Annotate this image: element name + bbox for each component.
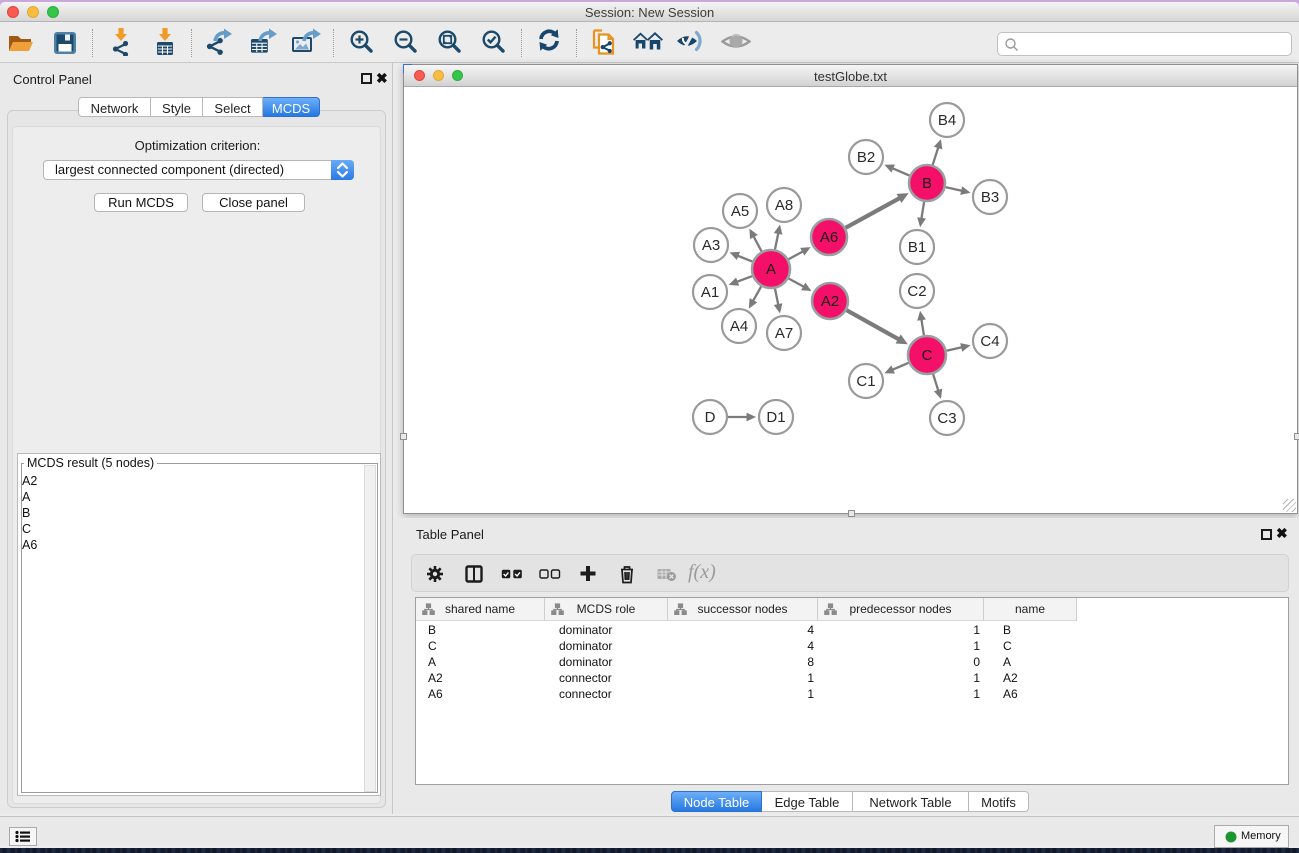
svg-text:B3: B3 <box>981 189 999 206</box>
svg-text:B2: B2 <box>857 149 875 166</box>
svg-text:D1: D1 <box>766 409 785 426</box>
svg-text:A: A <box>766 261 776 278</box>
svg-text:A2: A2 <box>821 293 839 310</box>
svg-text:A5: A5 <box>731 203 749 220</box>
svg-text:A6: A6 <box>820 229 838 246</box>
svg-text:B: B <box>922 175 932 192</box>
svg-text:C1: C1 <box>856 373 875 390</box>
svg-text:A4: A4 <box>730 318 748 335</box>
svg-text:A3: A3 <box>702 237 720 254</box>
svg-text:A1: A1 <box>701 284 719 301</box>
svg-text:C2: C2 <box>907 283 926 300</box>
svg-text:C: C <box>922 347 933 364</box>
svg-text:A7: A7 <box>775 325 793 342</box>
svg-text:C3: C3 <box>937 410 956 427</box>
svg-text:C4: C4 <box>980 333 999 350</box>
svg-text:D: D <box>705 409 716 426</box>
svg-text:B1: B1 <box>908 239 926 256</box>
svg-text:B4: B4 <box>938 112 956 129</box>
svg-text:A8: A8 <box>775 197 793 214</box>
